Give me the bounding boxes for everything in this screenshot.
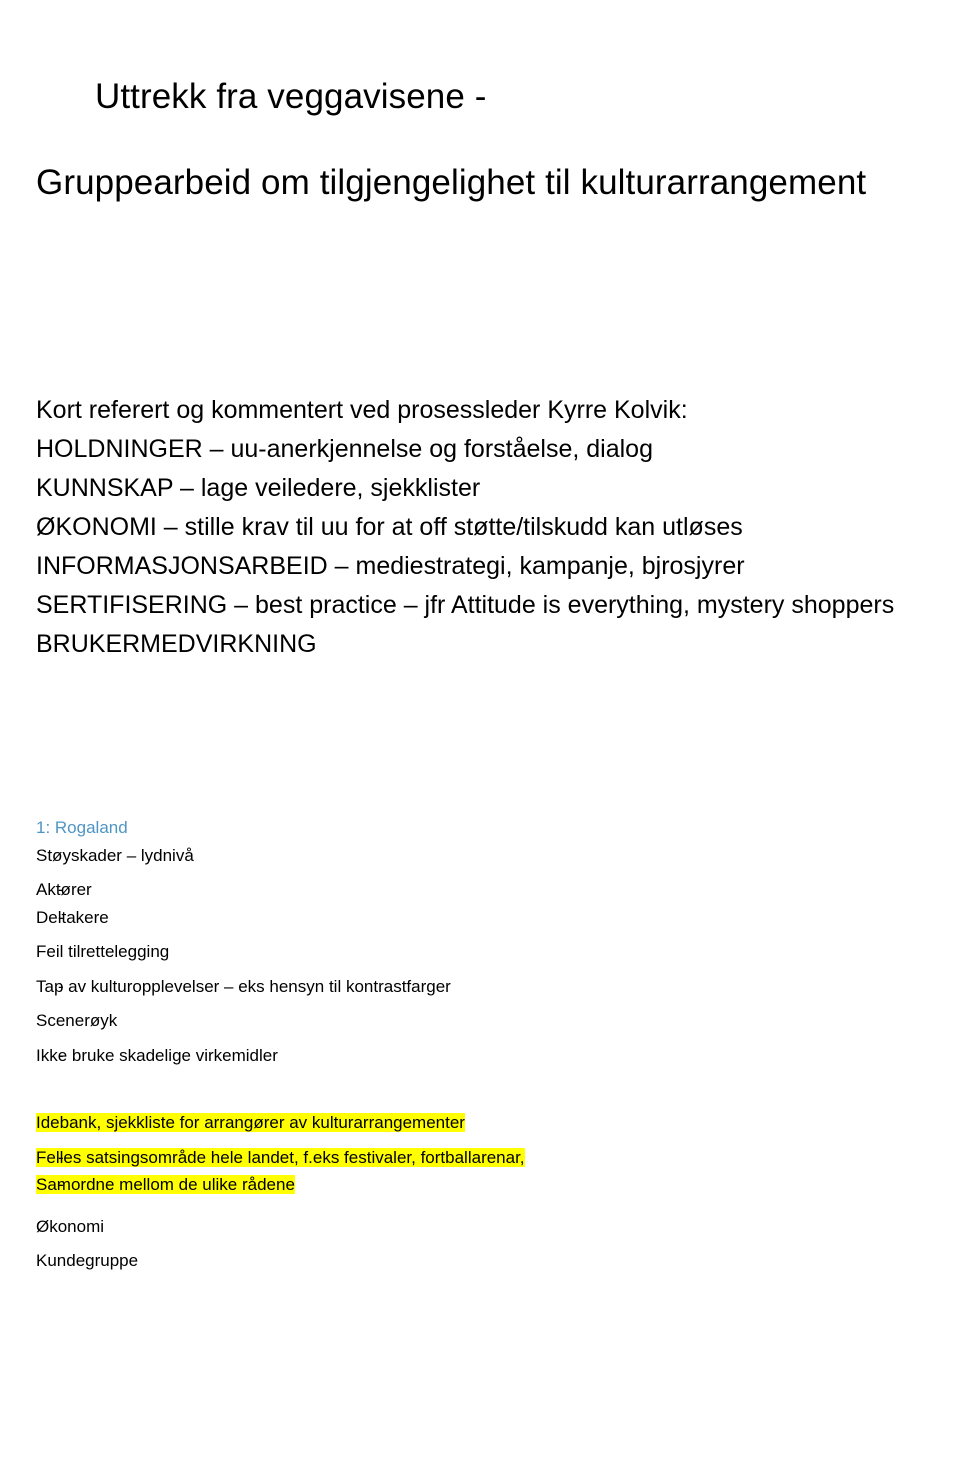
topic-okonomi: ØKONOMI – stille krav til uu for at off … xyxy=(36,513,743,541)
highlight-spacer xyxy=(36,1069,924,1109)
topic-holdninger: HOLDNINGER – uu-anerkjennelse og forståe… xyxy=(36,435,653,463)
highlight-heading: Idebank, sjekkliste for arrangører av ku… xyxy=(36,1109,924,1137)
list-item: - Samordne mellom de ulike rådene xyxy=(36,1171,924,1199)
tail-item-okonomi: Økonomi xyxy=(36,1216,105,1236)
list-item: - Aktører xyxy=(36,876,924,904)
highlight-item-text: - Felles satsingsområde hele landet, f.ek… xyxy=(36,1147,525,1167)
list-item-label: Tap av kulturopplevelser – eks hensyn ti… xyxy=(36,976,451,996)
title-block: Uttrekk fra veggavisene - Gruppearbeid o… xyxy=(36,0,924,290)
highlight-heading-text: Idebank, sjekkliste for arrangører av ku… xyxy=(36,1113,465,1133)
highlight-item-text: - Samordne mellom de ulike rådene xyxy=(36,1175,295,1195)
page-title-line-1: Uttrekk fra veggavisene - xyxy=(94,77,487,117)
document-page: Uttrekk fra veggavisene - Gruppearbeid o… xyxy=(0,0,960,1468)
list-item-label: Ikke bruke skadelige virkemidler xyxy=(36,1045,278,1065)
intro-paragraph: Kort referert og kommentert ved prosessl… xyxy=(36,396,688,424)
list-item-label: Samordne mellom de ulike rådene xyxy=(36,1175,295,1195)
highlight-section: Idebank, sjekkliste for arrangører av ku… xyxy=(36,1109,924,1199)
group-heading: 1: Rogaland xyxy=(36,818,128,837)
list-item-label: Aktører xyxy=(36,880,92,900)
topic-sertifisering: SERTIFISERING – best practice – jfr Atti… xyxy=(36,591,895,619)
list-item: - Felles satsingsområde hele landet, f.ek… xyxy=(36,1144,924,1172)
dash-bullet: - xyxy=(58,1147,64,1167)
list-item-label: Deltakere xyxy=(36,907,109,927)
list-item-label: Felles satsingsområde hele landet, f.eks… xyxy=(36,1147,525,1167)
dash-bullet: - xyxy=(58,880,64,900)
group-section3-title: Scenerøyk xyxy=(36,1011,118,1031)
group-section2-title: Feil tilrettelegging xyxy=(36,942,170,962)
dash-bullet: - xyxy=(58,1175,64,1195)
topic-kunnskap: KUNNSKAP – lage veiledere, sjekklister xyxy=(36,474,481,502)
dash-bullet: - xyxy=(58,1045,64,1065)
title-spacer xyxy=(36,313,924,391)
group-section1-title: Støyskader – lydnivå xyxy=(36,845,194,865)
dash-bullet: - xyxy=(58,976,64,996)
page-title-line-2: Gruppearbeid om tilgjengelighet til kult… xyxy=(36,162,867,202)
topic-informasjonsarbeid: INFORMASJONSARBEID – mediestrategi, kamp… xyxy=(36,552,745,580)
topic-brukermedvirkning: BRUKERMEDVIRKNING xyxy=(36,630,317,658)
group-section: 1: Rogaland Støyskader – lydnivå - Aktør… xyxy=(36,814,924,1069)
dash-bullet: - xyxy=(58,907,64,927)
tail-item-kundegruppe: Kundegruppe xyxy=(36,1251,139,1271)
list-item: - Tap av kulturopplevelser – eks hensyn … xyxy=(36,973,924,1001)
page-title: Uttrekk fra veggavisene - Gruppearbeid o… xyxy=(36,33,924,289)
intro-and-topics: Kort referert og kommentert ved prosessl… xyxy=(36,391,924,664)
list-item: - Ikke bruke skadelige virkemidler xyxy=(36,1042,924,1070)
list-item: - Deltakere xyxy=(36,904,924,932)
tail-section: Økonomi Kundegruppe xyxy=(36,1213,924,1275)
